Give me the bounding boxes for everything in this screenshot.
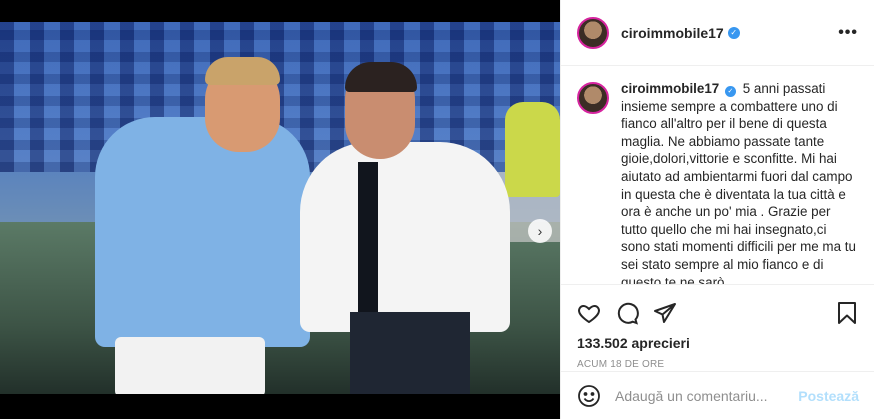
comment-bar: Postează	[561, 371, 874, 419]
caption-avatar[interactable]	[577, 82, 609, 114]
caption-username[interactable]: ciroimmobile17	[621, 81, 719, 96]
caption-text-block: ciroimmobile17 ✓ 5 anni passati insieme …	[621, 80, 858, 284]
player-figure	[95, 117, 310, 347]
header-username[interactable]: ciroimmobile17	[621, 25, 724, 41]
player-shorts	[115, 337, 265, 394]
post-modal: › ciroimmobile17 ✓ ••• ciroimmobile17 ✓ …	[0, 0, 874, 419]
caption-area: ciroimmobile17 ✓ 5 anni passati insieme …	[561, 66, 874, 284]
send-icon[interactable]	[653, 301, 677, 325]
more-horizontal-icon[interactable]: •••	[838, 24, 858, 42]
post-comment-button[interactable]: Postează	[798, 388, 859, 404]
comment-input[interactable]	[615, 387, 799, 404]
coach-tie	[358, 162, 378, 312]
verified-badge-icon: ✓	[727, 26, 740, 39]
post-header: ciroimmobile17 ✓ •••	[561, 0, 874, 66]
comment-icon[interactable]	[615, 301, 639, 325]
coach-figure	[300, 142, 510, 332]
coach-trousers	[350, 312, 470, 394]
heart-icon[interactable]	[577, 301, 601, 325]
player-hair	[205, 57, 280, 85]
post-photo[interactable]: ›	[0, 22, 560, 394]
emoji-icon[interactable]	[577, 384, 601, 408]
caption-text: 5 anni passati insieme sempre a combatte…	[621, 81, 856, 284]
post-actions: 133.502 aprecieri ACUM 18 DE ORE	[561, 284, 874, 370]
bookmark-icon[interactable]	[835, 301, 859, 325]
post-timestamp[interactable]: ACUM 18 DE ORE	[577, 359, 859, 370]
action-icons	[577, 293, 859, 333]
chevron-right-icon[interactable]: ›	[528, 219, 552, 243]
background-person	[505, 102, 560, 197]
post-side-panel: ciroimmobile17 ✓ ••• ciroimmobile17 ✓ 5 …	[560, 0, 874, 419]
verified-badge-icon: ✓	[724, 86, 736, 97]
avatar[interactable]	[577, 16, 609, 49]
coach-hair	[345, 62, 417, 92]
likes-count[interactable]: 133.502 aprecieri	[577, 335, 859, 351]
